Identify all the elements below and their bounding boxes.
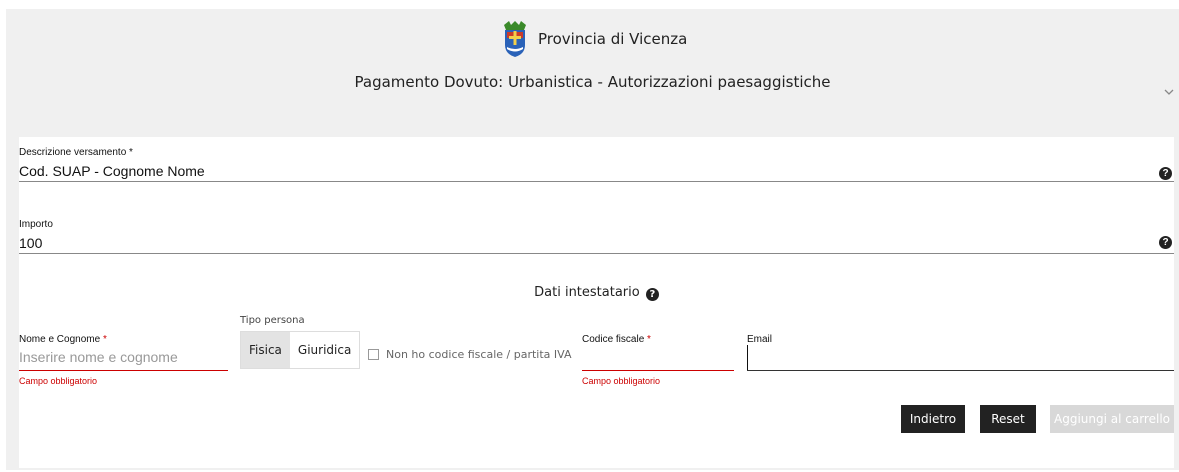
question-circle-icon[interactable]: ? (645, 288, 659, 301)
email-underline (747, 345, 1174, 371)
required-mark: * (129, 147, 133, 158)
codice-fiscale-input[interactable] (582, 345, 734, 370)
tipo-persona-group: Tipo persona Fisica Giuridica (240, 315, 361, 369)
descrizione-input[interactable]: Cod. SUAP - Cognome Nome (19, 162, 1174, 182)
nome-field: Nome e Cognome * Campo obbligatorio (19, 334, 228, 386)
required-mark: * (647, 334, 651, 345)
tipo-giuridica-option[interactable]: Giuridica (290, 332, 359, 368)
question-circle-icon[interactable]: ? (1159, 236, 1172, 249)
importo-input[interactable]: 100 (19, 234, 1174, 254)
header: Provincia di Vicenza Pagamento Dovuto: U… (6, 9, 1179, 137)
brand: Provincia di Vicenza (500, 21, 687, 61)
checkbox-box[interactable] (368, 349, 379, 360)
province-coat-of-arms-logo (504, 21, 526, 57)
brand-name: Provincia di Vicenza (538, 30, 688, 48)
nome-error: Campo obbligatorio (19, 376, 98, 386)
section-title: Dati intestatario ? (19, 285, 1174, 301)
tipo-persona-label: Tipo persona (240, 315, 305, 326)
email-field: Email (747, 334, 1174, 371)
codice-fiscale-error: Campo obbligatorio (582, 376, 661, 386)
email-label: Email (747, 334, 773, 345)
codice-fiscale-underline (582, 345, 734, 371)
question-circle-icon[interactable]: ? (1159, 167, 1172, 180)
codice-fiscale-label-text: Codice fiscale (582, 334, 645, 345)
back-button[interactable]: Indietro (901, 405, 965, 433)
reset-button[interactable]: Reset (980, 405, 1036, 433)
nome-label: Nome e Cognome * (19, 334, 228, 345)
required-mark: * (102, 334, 107, 345)
importo-field: Importo 100 ? (19, 219, 1174, 254)
tipo-fisica-option[interactable]: Fisica (241, 332, 290, 368)
payment-form: Descrizione versamento * Cod. SUAP - Cog… (19, 137, 1174, 468)
no-cf-label: Non ho codice fiscale / partita IVA (386, 348, 572, 361)
nome-label-text: Nome e Cognome (19, 334, 101, 345)
email-input[interactable] (747, 345, 1174, 370)
no-cf-checkbox[interactable]: Non ho codice fiscale / partita IVA (368, 348, 571, 361)
chevron-down-icon[interactable] (1163, 87, 1175, 97)
page-title: Pagamento Dovuto: Urbanistica - Autorizz… (354, 73, 831, 91)
descrizione-label-text: Descrizione versamento (19, 147, 127, 158)
importo-label: Importo (19, 219, 53, 230)
tipo-persona-toggle: Fisica Giuridica (240, 331, 361, 369)
descrizione-field: Descrizione versamento * Cod. SUAP - Cog… (19, 147, 1174, 182)
descrizione-label: Descrizione versamento * (19, 147, 1174, 158)
section-title-text: Dati intestatario (534, 285, 640, 300)
codice-fiscale-label: Codice fiscale * (582, 334, 734, 345)
add-to-cart-button[interactable]: Aggiungi al carrello (1050, 405, 1174, 433)
codice-fiscale-field: Codice fiscale * Campo obbligatorio (582, 334, 734, 386)
nome-underline (19, 345, 228, 371)
nome-input[interactable] (19, 345, 228, 370)
